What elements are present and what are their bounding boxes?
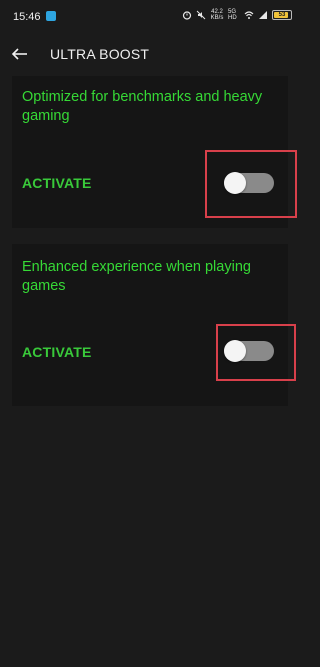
app-header: ULTRA BOOST — [0, 40, 300, 68]
battery-level: 53 — [278, 12, 286, 18]
wifi-icon — [244, 11, 254, 19]
status-time: 15:46 — [13, 11, 41, 23]
signal-icon — [259, 11, 267, 19]
status-icons: 42.2 KB/s 5G HD 53 — [182, 9, 292, 21]
highlight-box — [216, 324, 296, 381]
mute-icon — [196, 10, 206, 20]
battery-icon: 53 — [272, 10, 292, 20]
signal-type: 5G HD — [228, 9, 237, 21]
page-title: ULTRA BOOST — [50, 46, 150, 62]
telegram-icon — [46, 11, 56, 21]
net-speed-unit: KB/s — [210, 15, 224, 21]
net-speed: 42.2 KB/s — [210, 9, 224, 21]
back-arrow-icon[interactable] — [10, 44, 30, 64]
alarm-icon — [182, 11, 192, 20]
status-bar: 15:46 42.2 KB/s 5G HD 53 — [0, 0, 300, 28]
highlight-box — [205, 150, 297, 218]
activate-label: ACTIVATE — [22, 175, 92, 191]
activate-label: ACTIVATE — [22, 344, 92, 360]
card-description: Enhanced experience when playing games — [22, 259, 251, 294]
card-description: Optimized for benchmarks and heavy gamin… — [22, 89, 263, 124]
